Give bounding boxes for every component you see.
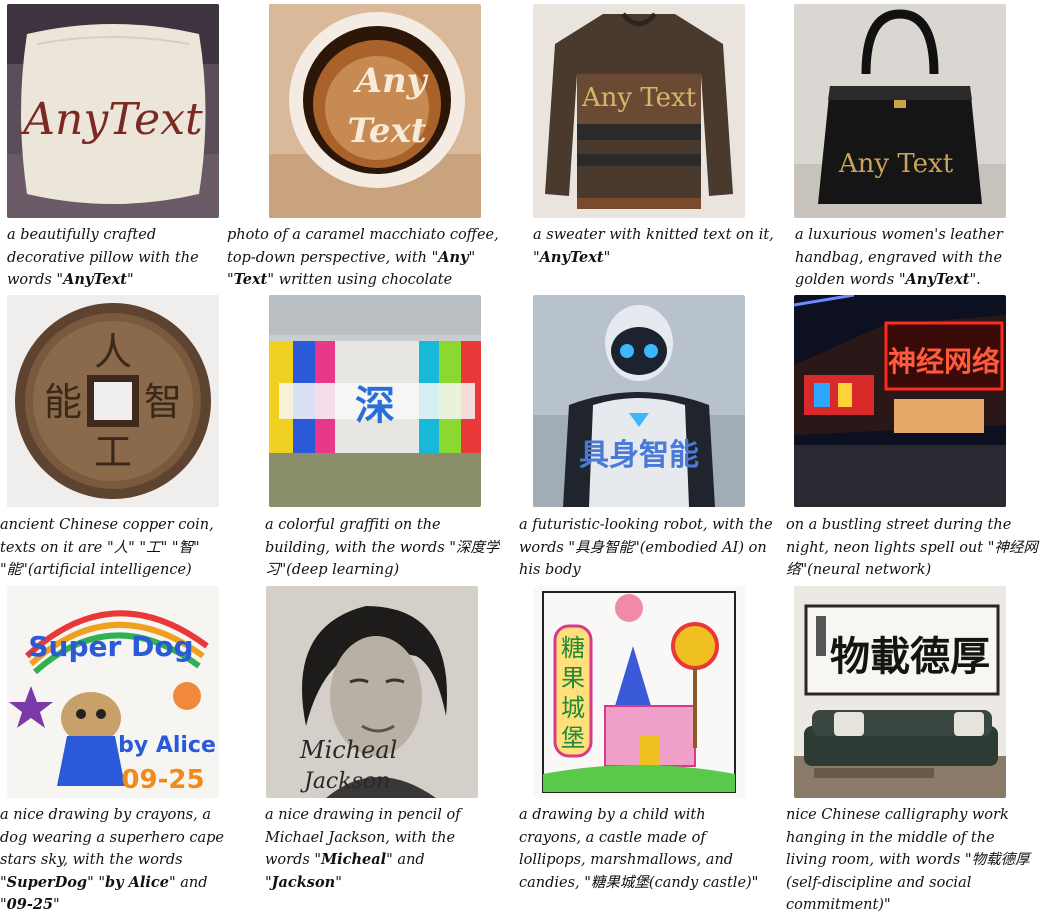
caption-3: a sweater with knitted text on it, "AnyT… — [533, 224, 778, 269]
caption-keyword: Any — [438, 248, 469, 266]
caption-segment: " — [127, 272, 134, 288]
caption-keyword: AnyText — [63, 271, 127, 288]
pillow-image: AnyText — [7, 4, 219, 218]
robot-text: 具身智能 — [579, 438, 699, 473]
castle-char-3: 城 — [561, 694, 585, 722]
caption-keyword: SuperDog — [6, 873, 88, 891]
caption-segment: " written using chocolate — [267, 272, 453, 288]
castle-char-2: 果 — [561, 664, 585, 692]
crayon-text-date: 09-25 — [121, 765, 204, 795]
calligraphy-image: 物載德厚 — [794, 586, 1006, 798]
coin-image: 人 工 智 能 — [7, 295, 219, 507]
caption-6: a colorful graffiti on the building, wit… — [265, 514, 500, 582]
caption-keyword: Micheal — [321, 851, 387, 868]
caption-segment: ancient Chinese copper coin, texts on it… — [0, 517, 214, 578]
caption-segment: a futuristic-looking robot, with the wor… — [519, 517, 773, 578]
caption-10: a nice drawing in pencil of Michael Jack… — [265, 804, 495, 894]
castle-char-4: 堡 — [561, 724, 585, 752]
crayon-text-title: Super Dog — [28, 630, 193, 663]
crayon-text-author: by Alice — [118, 733, 216, 758]
castle-char-1: 糖 — [561, 634, 585, 662]
coin-char-bottom: 工 — [94, 430, 132, 474]
robot-image: 具身智能 — [533, 295, 745, 507]
crayon-dog-image: Super Dog by Alice 09-25 — [7, 586, 219, 798]
portrait-text-1: Micheal — [299, 736, 397, 764]
pencil-portrait-image: Micheal Jackson — [266, 586, 478, 798]
caption-1: a beautifully crafted decorative pillow … — [7, 224, 222, 292]
handbag-image: Any Text — [794, 4, 1006, 218]
handbag-text: Any Text — [838, 149, 954, 179]
caption-segment: " " — [87, 874, 106, 891]
caption-keyword: AnyText — [905, 271, 970, 288]
sweater-image: Any Text — [533, 4, 745, 218]
coffee-text-1: Any — [353, 61, 429, 101]
caption-9: a nice drawing by crayons, a dog wearing… — [0, 804, 232, 917]
coin-char-left: 能 — [44, 380, 82, 424]
graffiti-text: 深 — [355, 383, 395, 429]
caption-segment: a drawing by a child with crayons, a cas… — [519, 807, 759, 891]
caption-segment: " — [603, 249, 611, 266]
caption-segment: on a bustling street during the night, n… — [786, 517, 1038, 578]
graffiti-image: 深 — [269, 295, 481, 507]
caption-5: ancient Chinese copper coin, texts on it… — [0, 514, 228, 582]
calligraphy-text: 物載德厚 — [830, 633, 990, 680]
castle-drawing-image: 糖 果 城 堡 — [533, 586, 745, 798]
caption-segment: " — [335, 874, 342, 891]
caption-keyword: Text — [233, 271, 268, 288]
portrait-text-2: Jackson — [300, 769, 390, 794]
caption-4: a luxurious women's leather handbag, eng… — [795, 224, 1035, 292]
caption-8: on a bustling street during the night, n… — [786, 514, 1042, 582]
caption-11: a drawing by a child with crayons, a cas… — [519, 804, 764, 894]
caption-segment: " — [53, 897, 60, 913]
coffee-image: Any Text — [269, 4, 481, 218]
caption-segment: a colorful graffiti on the building, wit… — [265, 517, 500, 578]
caption-keyword: 09-25 — [6, 896, 54, 913]
caption-keyword: Jackson — [271, 873, 336, 891]
pillow-text: AnyText — [19, 94, 203, 145]
caption-segment: ". — [969, 272, 981, 288]
neon-text: 神经网络 — [888, 345, 1000, 378]
caption-keyword: by Alice — [105, 873, 169, 891]
caption-2: photo of a caramel macchiato coffee, top… — [227, 224, 521, 292]
sweater-text: Any Text — [581, 83, 697, 113]
neon-street-image: 神经网络 — [794, 295, 1006, 507]
coffee-text-2: Text — [347, 111, 426, 151]
caption-segment: nice Chinese calligraphy work hanging in… — [786, 807, 1030, 913]
caption-keyword: AnyText — [539, 248, 604, 266]
caption-7: a futuristic-looking robot, with the wor… — [519, 514, 781, 582]
caption-12: nice Chinese calligraphy work hanging in… — [786, 804, 1036, 917]
coin-char-right: 智 — [144, 380, 182, 424]
coin-char-top: 人 — [94, 330, 132, 374]
